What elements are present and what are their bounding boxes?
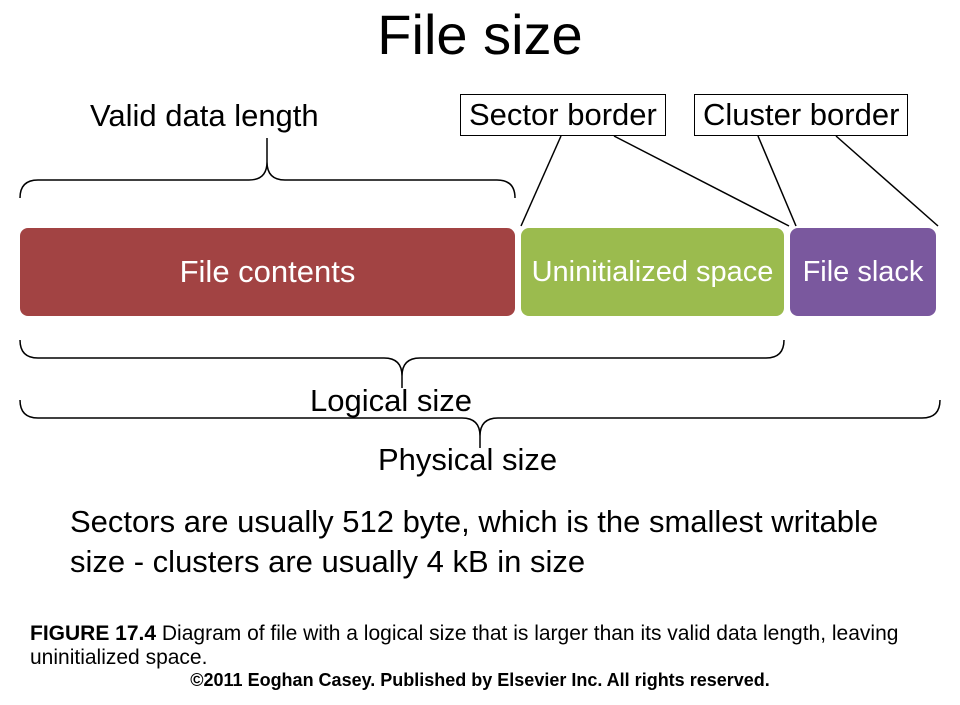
- segment-uninitialized-space: Uninitialized space: [521, 228, 784, 316]
- valid-data-length-label: Valid data length: [90, 98, 319, 134]
- segment-file-slack: File slack: [790, 228, 936, 316]
- figure-label: FIGURE 17.4: [30, 622, 156, 645]
- figure-caption: FIGURE 17.4 Diagram of file with a logic…: [30, 622, 930, 670]
- copyright-text: ©2011 Eoghan Casey. Published by Elsevie…: [0, 670, 960, 691]
- physical-size-label: Physical size: [378, 442, 557, 478]
- sector-border-label: Sector border: [460, 94, 666, 136]
- figure-caption-text: Diagram of file with a logical size that…: [30, 622, 898, 669]
- file-size-bar: File contents Uninitialized space File s…: [20, 228, 940, 316]
- segment-file-contents: File contents: [20, 228, 515, 316]
- body-text: Sectors are usually 512 byte, which is t…: [70, 502, 890, 581]
- logical-size-label: Logical size: [310, 383, 472, 419]
- page-title: File size: [377, 2, 582, 67]
- cluster-border-label: Cluster border: [694, 94, 908, 136]
